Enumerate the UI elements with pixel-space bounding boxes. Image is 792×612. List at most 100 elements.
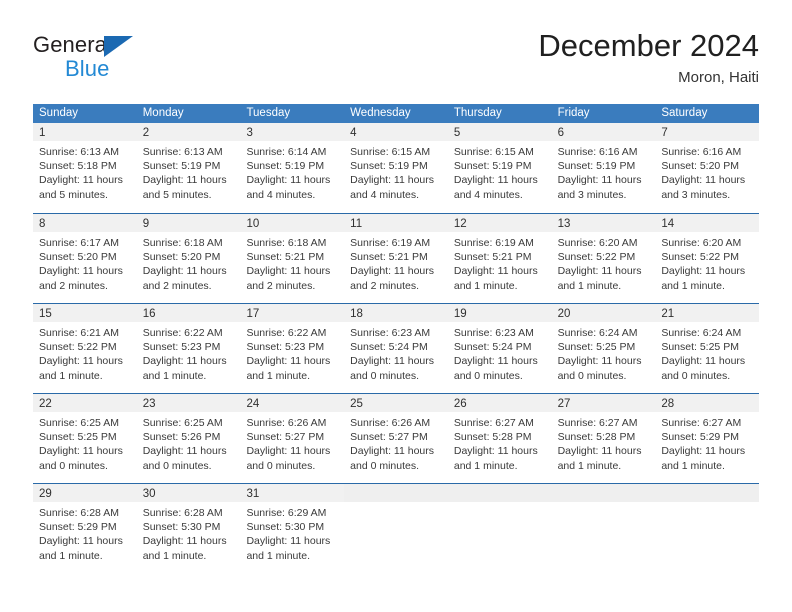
day-number: 31 (246, 488, 260, 500)
day-number-band: 8 (33, 214, 137, 232)
day-number: 22 (39, 398, 52, 410)
day-number-band: 18 (344, 304, 448, 322)
day-detail-line: and 0 minutes. (350, 369, 420, 382)
day-detail-line: and 1 minute. (39, 549, 103, 562)
calendar-day-cell[interactable]: 1 Sunrise: 6:13 AM Sunset: 5:18 PM Daylight… (33, 123, 137, 213)
calendar-day-cell[interactable]: 20 Sunrise: 6:24 AM Sunset: 5:25 PM Dayligh… (551, 304, 656, 393)
calendar-day-cell[interactable]: 22 Sunrise: 6:25 AM Sunset: 5:25 PM Dayligh… (33, 394, 137, 483)
day-detail-line: and 1 minute. (661, 279, 725, 292)
calendar-day-cell[interactable]: 12 Sunrise: 6:19 AM Sunset: 5:21 PM Dayligh… (447, 214, 552, 303)
calendar-day-cell[interactable]: 24 Sunrise: 6:26 AM Sunset: 5:27 PM Dayligh… (240, 394, 345, 483)
day-number-band: 20 (551, 304, 656, 322)
day-number: 4 (350, 127, 357, 139)
day-number-band: 23 (136, 394, 241, 412)
calendar-day-cell[interactable]: 15 Sunrise: 6:21 AM Sunset: 5:22 PM Dayligh… (33, 304, 137, 393)
day-detail-line: and 1 minute. (453, 279, 518, 292)
calendar-day-cell[interactable]: 17 Sunrise: 6:22 AM Sunset: 5:23 PM Dayligh… (240, 304, 345, 393)
day-number: 16 (142, 308, 156, 320)
day-detail-line: Sunset: 5:23 PM (142, 341, 221, 354)
calendar-day-cell[interactable]: 5 Sunrise: 6:15 AM Sunset: 5:19 PM Daylight… (447, 123, 552, 213)
day-number: 14 (661, 218, 675, 230)
day-detail-line: Sunrise: 6:27 AM (557, 417, 638, 429)
day-detail-line: Sunset: 5:18 PM (39, 160, 117, 173)
day-details: Sunrise: 6:25 AM Sunset: 5:26 PM Daylight:… (137, 412, 241, 473)
day-details: Sunrise: 6:29 AM Sunset: 5:30 PM Daylight:… (240, 502, 344, 563)
day-number-band: 15 (33, 304, 137, 322)
day-detail-line: Daylight: 11 hours (39, 265, 123, 278)
weekday-header-sunday: Sunday (39, 107, 79, 119)
day-detail-line: and 0 minutes. (557, 369, 627, 382)
day-detail-line: Sunrise: 6:28 AM (142, 507, 223, 519)
day-number: 7 (661, 127, 668, 139)
day-detail-line: Daylight: 11 hours (557, 265, 642, 278)
brand-logo[interactable]: General Blue (33, 32, 243, 88)
calendar-day-cell[interactable]: 9 Sunrise: 6:18 AM Sunset: 5:20 PM Daylight… (136, 214, 241, 303)
day-detail-line: Sunset: 5:27 PM (246, 431, 325, 444)
calendar-day-cell[interactable]: 18 Sunrise: 6:23 AM Sunset: 5:24 PM Dayligh… (344, 304, 448, 393)
calendar-day-cell[interactable]: 16 Sunrise: 6:22 AM Sunset: 5:23 PM Dayligh… (136, 304, 241, 393)
calendar-day-cell[interactable]: 7 Sunrise: 6:16 AM Sunset: 5:20 PM Daylight… (655, 123, 760, 213)
calendar-day-cell[interactable]: 25 Sunrise: 6:26 AM Sunset: 5:27 PM Dayligh… (344, 394, 448, 483)
day-detail-line: Daylight: 11 hours (661, 174, 746, 187)
day-detail-line: Sunrise: 6:17 AM (39, 237, 119, 249)
calendar-day-cell[interactable]: 3 Sunrise: 6:14 AM Sunset: 5:19 PM Daylight… (240, 123, 345, 213)
day-detail-line: Daylight: 11 hours (39, 535, 123, 548)
calendar-day-cell[interactable]: 13 Sunrise: 6:20 AM Sunset: 5:22 PM Dayligh… (551, 214, 656, 303)
day-details: Sunrise: 6:23 AM Sunset: 5:24 PM Daylight:… (344, 322, 448, 383)
calendar-day-cell[interactable]: 29 Sunrise: 6:28 AM Sunset: 5:29 PM Dayligh… (33, 484, 137, 573)
day-detail-line: Daylight: 11 hours (350, 265, 435, 278)
calendar-day-cell[interactable]: 26 Sunrise: 6:27 AM Sunset: 5:28 PM Dayligh… (447, 394, 552, 483)
day-detail-line: Daylight: 11 hours (39, 445, 123, 458)
day-detail-line: Daylight: 11 hours (661, 355, 746, 368)
day-detail-line: Sunrise: 6:18 AM (142, 237, 223, 249)
calendar-day-cell[interactable]: 28 Sunrise: 6:27 AM Sunset: 5:29 PM Dayligh… (655, 394, 760, 483)
day-detail-line: and 2 minutes. (246, 279, 316, 292)
calendar-day-cell[interactable]: 10 Sunrise: 6:18 AM Sunset: 5:21 PM Dayligh… (240, 214, 345, 303)
calendar-day-cell[interactable]: 30 Sunrise: 6:28 AM Sunset: 5:30 PM Dayligh… (136, 484, 241, 573)
calendar-day-cell[interactable]: 8 Sunrise: 6:17 AM Sunset: 5:20 PM Daylight… (33, 214, 137, 303)
day-detail-line: and 2 minutes. (142, 279, 212, 292)
calendar-day-cell[interactable]: 2 Sunrise: 6:13 AM Sunset: 5:19 PM Daylight… (136, 123, 241, 213)
day-details: Sunrise: 6:19 AM Sunset: 5:21 PM Daylight:… (344, 232, 448, 293)
day-number-band (447, 484, 552, 502)
day-number: 24 (246, 398, 260, 410)
day-detail-line: and 1 minute. (142, 369, 207, 382)
day-detail-line: and 1 minute. (453, 459, 518, 472)
day-number: 28 (661, 398, 675, 410)
day-detail-line: Sunrise: 6:24 AM (557, 327, 638, 339)
weekday-header-thursday: Thursday (453, 107, 502, 119)
triangle-logo-icon (104, 36, 133, 57)
day-detail-line: Daylight: 11 hours (661, 445, 746, 458)
day-detail-line: Sunset: 5:19 PM (142, 160, 221, 173)
day-number-band: 5 (447, 123, 552, 141)
day-detail-line: Daylight: 11 hours (39, 355, 123, 368)
day-number-band: 16 (136, 304, 241, 322)
calendar-day-cell[interactable]: 27 Sunrise: 6:27 AM Sunset: 5:28 PM Dayligh… (551, 394, 656, 483)
day-detail-line: and 3 minutes. (557, 188, 627, 201)
calendar-day-cell[interactable]: 11 Sunrise: 6:19 AM Sunset: 5:21 PM Dayligh… (344, 214, 448, 303)
day-detail-line: Sunrise: 6:26 AM (246, 417, 327, 429)
calendar-day-cell[interactable]: 31 Sunrise: 6:29 AM Sunset: 5:30 PM Dayligh… (240, 484, 345, 573)
calendar-day-cell[interactable]: 6 Sunrise: 6:16 AM Sunset: 5:19 PM Daylight… (551, 123, 656, 213)
day-details: Sunrise: 6:22 AM Sunset: 5:23 PM Daylight:… (137, 322, 241, 383)
day-number-band: 26 (447, 394, 552, 412)
day-number-band: 12 (447, 214, 552, 232)
day-detail-line: Sunset: 5:29 PM (661, 431, 739, 444)
day-detail-line: Sunset: 5:19 PM (350, 160, 428, 173)
calendar-day-cell[interactable]: 14 Sunrise: 6:20 AM Sunset: 5:22 PM Dayligh… (655, 214, 760, 303)
day-number: 19 (453, 308, 467, 320)
day-detail-line: Sunrise: 6:13 AM (142, 146, 223, 158)
day-detail-line: and 1 minute. (142, 549, 207, 562)
calendar-day-cell[interactable]: 23 Sunrise: 6:25 AM Sunset: 5:26 PM Dayligh… (136, 394, 241, 483)
weekday-header-saturday: Saturday (661, 107, 708, 119)
calendar-day-cell[interactable]: 4 Sunrise: 6:15 AM Sunset: 5:19 PM Daylight… (344, 123, 448, 213)
calendar-empty-cell (447, 484, 552, 573)
day-details: Sunrise: 6:26 AM Sunset: 5:27 PM Daylight:… (240, 412, 344, 473)
calendar-day-cell[interactable]: 21 Sunrise: 6:24 AM Sunset: 5:25 PM Dayligh… (655, 304, 760, 393)
day-number-band: 29 (33, 484, 137, 502)
day-detail-line: Sunrise: 6:23 AM (453, 327, 534, 339)
day-detail-line: Sunrise: 6:25 AM (142, 417, 223, 429)
day-detail-line: Sunset: 5:26 PM (142, 431, 221, 444)
calendar-day-cell[interactable]: 19 Sunrise: 6:23 AM Sunset: 5:24 PM Dayligh… (447, 304, 552, 393)
day-details: Sunrise: 6:20 AM Sunset: 5:22 PM Daylight:… (655, 232, 759, 293)
